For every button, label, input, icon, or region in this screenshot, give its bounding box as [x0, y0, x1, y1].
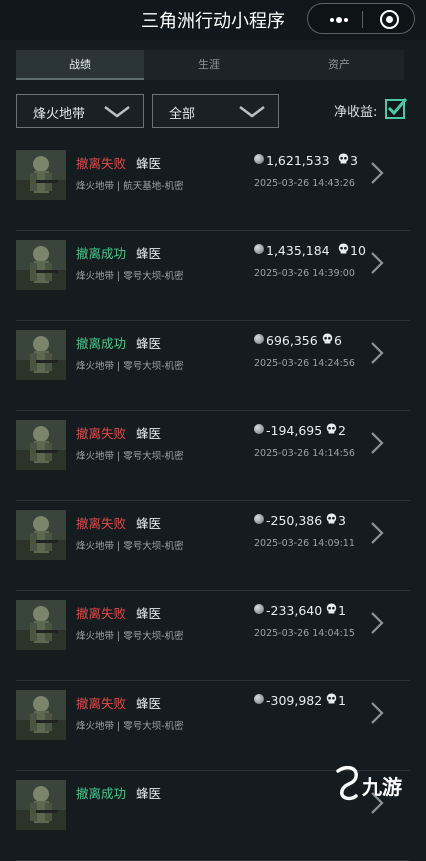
watermark-text: 九游 — [362, 775, 402, 799]
coin-icon — [254, 154, 264, 164]
chevron-right-icon[interactable] — [370, 521, 384, 545]
extraction-status: 撤离失败 — [76, 606, 127, 621]
operator-avatar — [16, 690, 66, 740]
operator-avatar — [16, 600, 66, 650]
kill-count: 6 — [334, 333, 342, 348]
chevron-right-icon[interactable] — [370, 341, 384, 365]
tab-records[interactable]: 战绩 — [16, 50, 144, 80]
chevron-right-icon[interactable] — [370, 431, 384, 455]
skull-icon — [326, 423, 337, 434]
record-time: 2025-03-26 14:43:26 — [254, 178, 355, 189]
operator-avatar — [16, 420, 66, 470]
operator-name: 蜂医 — [136, 336, 162, 351]
mode-dropdown[interactable]: 烽火地带 — [16, 94, 144, 128]
map-info: 烽火地带 | 零号大坝-机密 — [76, 631, 184, 642]
coin-icon — [254, 514, 264, 524]
record-row[interactable]: 撤离失败 蜂医烽火地带 | 航天基地-机密 1,621,533 3 2025-03-26… — [16, 141, 410, 231]
capsule-divider — [362, 11, 363, 28]
extraction-status: 撤离失败 — [76, 696, 127, 711]
coin-icon — [254, 424, 264, 434]
skull-icon — [326, 603, 337, 614]
map-info: 烽火地带 | 零号大坝-机密 — [76, 451, 184, 462]
mode-dropdown-label: 烽火地带 — [33, 107, 86, 122]
skull-icon — [322, 333, 333, 344]
kill-count: 3 — [350, 153, 358, 168]
chevron-down-icon — [104, 106, 130, 118]
skull-icon — [326, 513, 337, 524]
coin-icon — [254, 694, 264, 704]
record-row[interactable]: 撤离成功 蜂医烽火地带 | 零号大坝-机密 696,356 6 2025-03-26 1… — [16, 321, 410, 411]
chevron-right-icon[interactable] — [370, 251, 384, 275]
record-row[interactable]: 撤离成功 蜂医烽火地带 | 零号大坝-机密 1,435,184 10 2025-03-2… — [16, 231, 410, 321]
record-time: 2025-03-26 14:09:11 — [254, 538, 355, 549]
check-icon — [387, 98, 408, 116]
extraction-status: 撤离成功 — [76, 786, 127, 801]
chevron-right-icon[interactable] — [370, 701, 384, 725]
extraction-status: 撤离失败 — [76, 426, 127, 441]
map-info: 烽火地带 | 零号大坝-机密 — [76, 721, 184, 732]
profit-value: 1,621,533 — [266, 153, 330, 168]
operator-avatar — [16, 510, 66, 560]
map-info: 烽火地带 | 零号大坝-机密 — [76, 361, 184, 372]
map-info: 烽火地带 | 航天基地-机密 — [76, 181, 184, 192]
net-profit-checkbox[interactable] — [385, 98, 408, 119]
operator-name: 蜂医 — [136, 696, 162, 711]
chevron-down-icon — [239, 106, 265, 118]
close-icon[interactable] — [380, 10, 399, 29]
record-row[interactable]: 撤离失败 蜂医烽火地带 | 零号大坝-机密 -233,640 1 2025-03-26 … — [16, 591, 410, 681]
kill-count: 10 — [350, 243, 366, 258]
record-row[interactable]: 撤离失败 蜂医烽火地带 | 零号大坝-机密 -194,695 2 2025-03-26 … — [16, 411, 410, 501]
operator-name: 蜂医 — [136, 246, 162, 261]
tab-assets[interactable]: 资产 — [274, 50, 404, 80]
extraction-status: 撤离成功 — [76, 336, 127, 351]
operator-avatar — [16, 240, 66, 290]
skull-icon — [338, 243, 349, 254]
coin-icon — [254, 604, 264, 614]
operator-name: 蜂医 — [136, 426, 162, 441]
chevron-right-icon[interactable] — [370, 611, 384, 635]
scope-dropdown-label: 全部 — [169, 107, 196, 122]
coin-icon — [254, 244, 264, 254]
operator-name: 蜂医 — [136, 786, 162, 801]
map-info: 烽火地带 | 零号大坝-机密 — [76, 541, 184, 552]
coin-icon — [254, 334, 264, 344]
operator-name: 蜂医 — [136, 606, 162, 621]
record-time: 2025-03-26 14:24:56 — [254, 358, 355, 369]
tab-bar: 战绩 生涯 资产 — [16, 50, 404, 80]
operator-name: 蜂医 — [136, 156, 162, 171]
operator-avatar — [16, 330, 66, 380]
extraction-status: 撤离失败 — [76, 156, 127, 171]
scope-dropdown[interactable]: 全部 — [152, 94, 279, 128]
operator-avatar — [16, 780, 66, 830]
net-profit-label: 净收益: — [334, 105, 378, 120]
title-bar: 三角洲行动小程序 — [0, 0, 426, 40]
record-row[interactable]: 撤离失败 蜂医烽火地带 | 零号大坝-机密 -309,982 1 — [16, 681, 410, 771]
kill-count: 1 — [338, 603, 346, 618]
kill-count: 1 — [338, 693, 346, 708]
chevron-right-icon[interactable] — [370, 161, 384, 185]
profit-value: -250,386 — [266, 513, 323, 528]
record-row[interactable]: 撤离失败 蜂医烽火地带 | 零号大坝-机密 -250,386 3 2025-03-26 … — [16, 501, 410, 591]
skull-icon — [338, 153, 349, 164]
profit-value: 1,435,184 — [266, 243, 330, 258]
record-time: 2025-03-26 14:04:15 — [254, 628, 355, 639]
kill-count: 3 — [338, 513, 346, 528]
profit-value: -309,982 — [266, 693, 323, 708]
record-time: 2025-03-26 14:14:56 — [254, 448, 355, 459]
operator-avatar — [16, 150, 66, 200]
operator-name: 蜂医 — [136, 516, 162, 531]
profit-value: -233,640 — [266, 603, 323, 618]
extraction-status: 撤离失败 — [76, 516, 127, 531]
profit-value: -194,695 — [266, 423, 323, 438]
mini-program-capsule — [307, 3, 415, 34]
more-icon[interactable] — [330, 17, 348, 23]
profit-value: 696,356 — [266, 333, 318, 348]
record-time: 2025-03-26 14:39:00 — [254, 268, 355, 279]
extraction-status: 撤离成功 — [76, 246, 127, 261]
skull-icon — [326, 693, 337, 704]
kill-count: 2 — [338, 423, 346, 438]
tab-career[interactable]: 生涯 — [144, 50, 274, 80]
map-info: 烽火地带 | 零号大坝-机密 — [76, 271, 184, 282]
